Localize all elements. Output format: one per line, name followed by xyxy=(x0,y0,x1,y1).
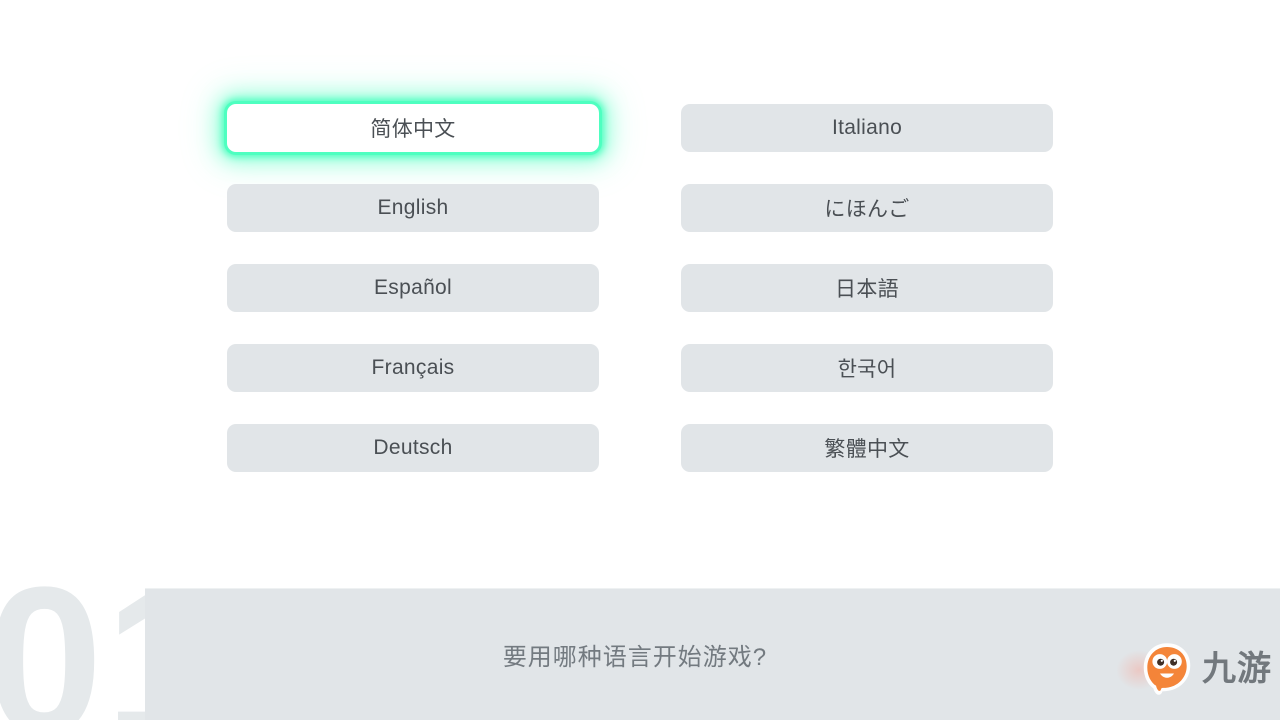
language-button[interactable]: 简体中文 xyxy=(227,104,599,152)
mascot-icon xyxy=(1143,643,1191,695)
language-button[interactable]: 日本語 xyxy=(681,264,1053,312)
language-button[interactable]: 繁體中文 xyxy=(681,424,1053,472)
language-button[interactable]: 한국어 xyxy=(681,344,1053,392)
language-button[interactable]: にほんご xyxy=(681,184,1053,232)
language-button[interactable]: Español xyxy=(227,264,599,312)
language-button[interactable]: English xyxy=(227,184,599,232)
language-button[interactable]: Italiano xyxy=(681,104,1053,152)
brand-watermark: 九游 xyxy=(1140,638,1272,700)
prompt-panel: 要用哪种语言开始游戏? xyxy=(145,588,1280,720)
language-button[interactable]: Deutsch xyxy=(227,424,599,472)
prompt-text: 要用哪种语言开始游戏? xyxy=(502,644,768,671)
language-grid: 简体中文 Italiano English にほんご Español 日本語 Françai… xyxy=(227,104,1053,472)
brand-wordmark: 九游 xyxy=(1202,649,1272,689)
language-button[interactable]: Français xyxy=(227,344,599,392)
